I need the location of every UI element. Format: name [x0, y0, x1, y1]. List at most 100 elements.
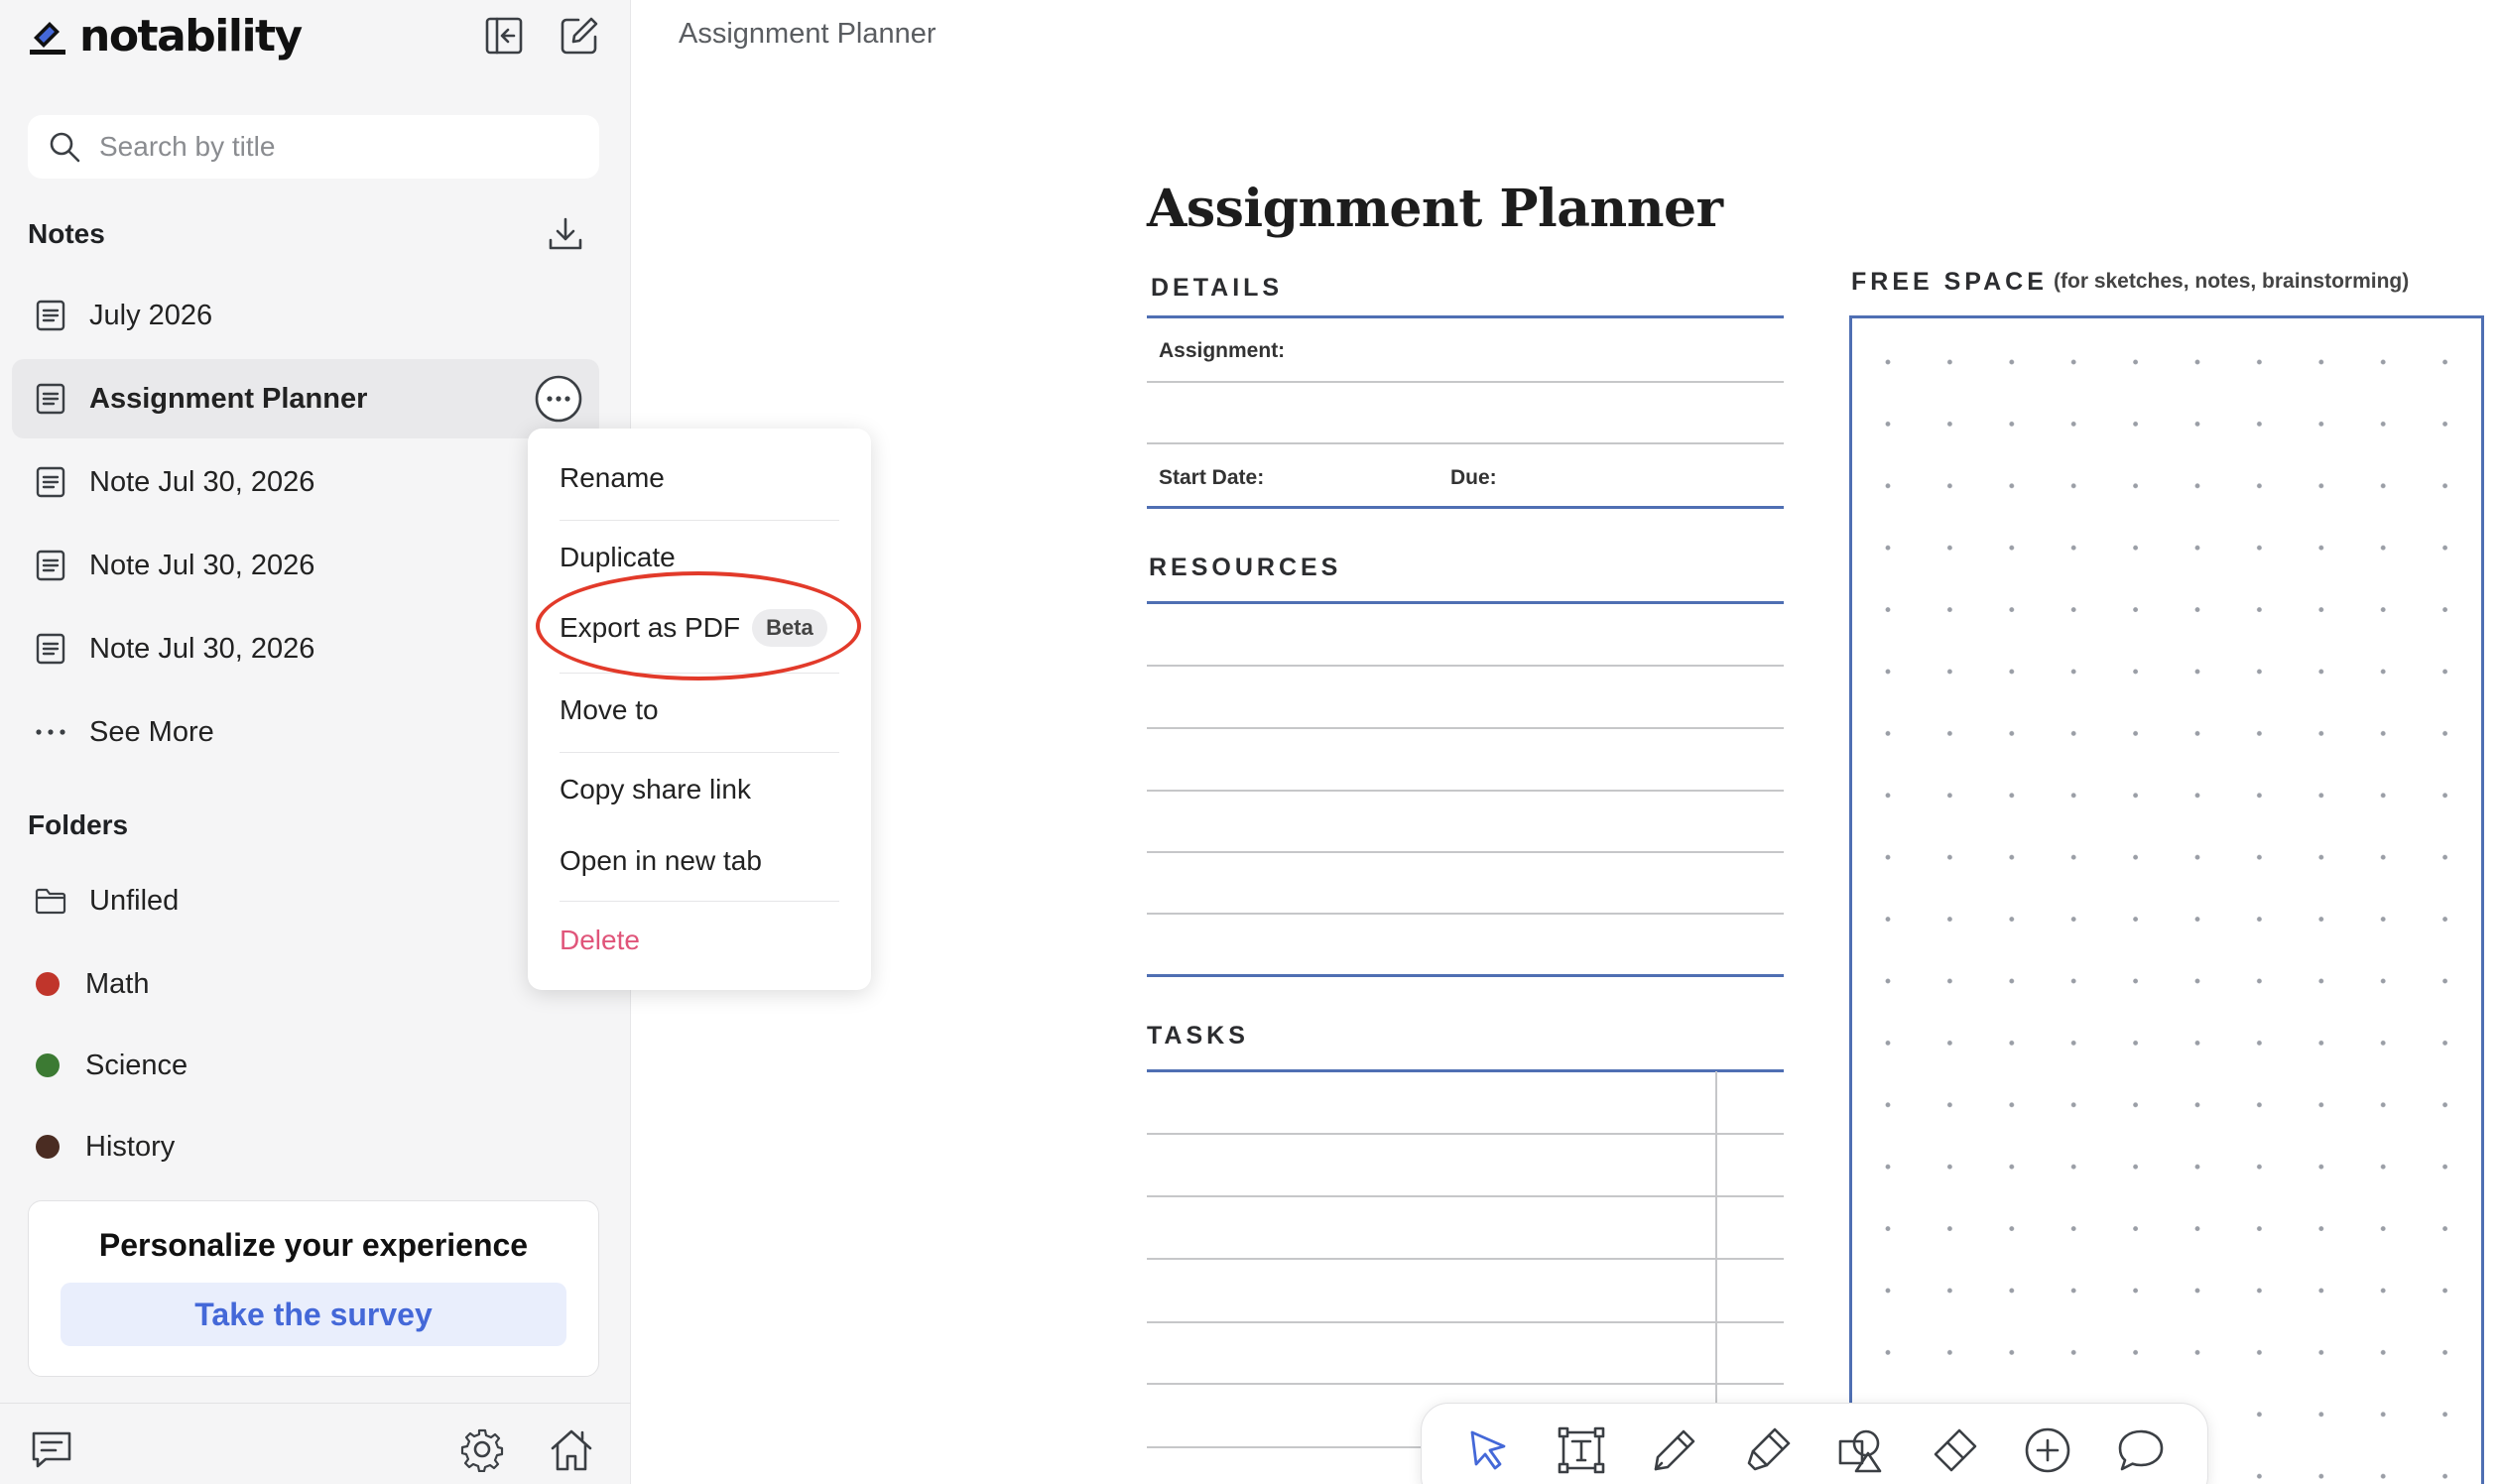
tasks-heading: TASKS	[1147, 1022, 1249, 1050]
collapse-sidebar-button[interactable]	[480, 12, 528, 60]
rule-line	[1147, 665, 1784, 667]
folders-section-title: Folders	[28, 809, 129, 840]
rule-line	[1147, 851, 1784, 853]
dot-grid	[1852, 318, 2481, 1484]
search-bar[interactable]	[28, 115, 599, 179]
menu-item-rename[interactable]: Rename	[560, 462, 665, 494]
note-icon	[36, 550, 65, 581]
note-item-label: Note Jul 30, 2026	[89, 549, 315, 581]
home-icon	[551, 1429, 592, 1471]
ellipsis-icon	[36, 729, 65, 735]
menu-divider	[560, 520, 839, 521]
feedback-button[interactable]	[28, 1425, 75, 1473]
menu-divider	[560, 901, 839, 902]
divider	[1147, 601, 1784, 604]
new-note-button[interactable]	[556, 12, 603, 60]
text-box-icon	[1558, 1426, 1605, 1474]
select-icon	[1470, 1430, 1506, 1470]
settings-button[interactable]	[458, 1425, 506, 1473]
folder-item-history[interactable]: History	[12, 1107, 599, 1186]
survey-title: Personalize your experience	[98, 1227, 529, 1263]
app-name: notability	[79, 10, 303, 62]
shapes-tool-button[interactable]	[1832, 1422, 1890, 1479]
folder-item-unfiled[interactable]: Unfiled	[12, 861, 599, 940]
collapse-sidebar-icon	[485, 17, 523, 55]
rule-line	[1147, 727, 1784, 729]
menu-item-open-new-tab[interactable]: Open in new tab	[560, 845, 762, 877]
rule-line	[1147, 381, 1784, 383]
folder-label: Science	[85, 1049, 188, 1081]
rule-line	[1147, 790, 1784, 792]
folder-label: History	[85, 1130, 176, 1163]
divider	[1147, 974, 1784, 977]
search-icon	[50, 132, 80, 163]
note-context-menu: Rename Duplicate Export as PDF Beta Move …	[528, 429, 871, 990]
note-item-label: Note Jul 30, 2026	[89, 465, 315, 498]
pencil-tool-button[interactable]	[1646, 1422, 1703, 1479]
rule-line	[1147, 1133, 1784, 1135]
breadcrumb-document-title: Assignment Planner	[679, 18, 937, 50]
note-item-jul-30-a[interactable]: Note Jul 30, 2026	[12, 442, 599, 522]
menu-item-copy-share-link[interactable]: Copy share link	[560, 774, 751, 805]
select-tool-button[interactable]	[1459, 1422, 1517, 1479]
menu-item-delete[interactable]: Delete	[560, 925, 640, 956]
rule-line	[1147, 1321, 1784, 1323]
divider	[1147, 506, 1784, 509]
see-more-button[interactable]: See More	[12, 692, 599, 772]
eraser-icon	[1934, 1428, 1977, 1472]
due-label: Due:	[1450, 466, 1497, 489]
gear-icon	[460, 1428, 504, 1472]
sidebar-footer	[0, 1403, 631, 1484]
folder-item-math[interactable]: Math	[12, 944, 599, 1024]
rule-line	[1147, 442, 1784, 444]
more-horizontal-icon	[535, 375, 582, 423]
comment-icon	[2118, 1429, 2164, 1471]
add-button[interactable]	[2019, 1422, 2076, 1479]
drawing-toolbar	[1421, 1403, 2208, 1484]
eraser-tool-button[interactable]	[1926, 1422, 1983, 1479]
notability-logo-icon	[30, 22, 65, 55]
download-icon	[549, 217, 582, 250]
folder-item-science[interactable]: Science	[12, 1026, 599, 1105]
resources-heading: RESOURCES	[1149, 554, 1342, 581]
import-button[interactable]	[542, 210, 589, 258]
note-item-jul-30-c[interactable]: Note Jul 30, 2026	[12, 609, 599, 688]
rule-line	[1147, 1195, 1784, 1197]
folder-label: Unfiled	[89, 884, 180, 917]
folder-color-dot	[36, 972, 60, 996]
rule-line	[1147, 913, 1784, 915]
highlighter-icon	[1747, 1427, 1791, 1471]
note-item-label: July 2026	[89, 299, 213, 331]
highlighter-tool-button[interactable]	[1739, 1422, 1797, 1479]
folder-label: Math	[85, 967, 150, 1000]
note-item-assignment-planner[interactable]: Assignment Planner	[12, 359, 599, 438]
comment-button[interactable]	[2112, 1422, 2170, 1479]
free-space-box	[1849, 315, 2484, 1484]
more-options-button[interactable]	[534, 374, 583, 424]
note-icon	[36, 300, 65, 331]
details-heading: DETAILS	[1151, 274, 1284, 302]
pencil-icon	[1654, 1429, 1695, 1471]
note-icon	[36, 633, 65, 665]
rule-line	[1147, 1258, 1784, 1260]
search-input[interactable]	[99, 131, 565, 163]
home-button[interactable]	[548, 1425, 595, 1473]
app-logo[interactable]: notability	[26, 10, 303, 62]
note-item-jul-30-b[interactable]: Note Jul 30, 2026	[12, 526, 599, 605]
note-icon	[36, 383, 65, 415]
folder-color-dot	[36, 1135, 60, 1159]
see-more-label: See More	[89, 715, 214, 748]
take-survey-button[interactable]: Take the survey	[61, 1283, 566, 1346]
divider	[1147, 1069, 1784, 1072]
text-tool-button[interactable]	[1553, 1422, 1610, 1479]
menu-item-duplicate[interactable]: Duplicate	[560, 542, 676, 573]
menu-divider	[560, 752, 839, 753]
menu-item-move-to[interactable]: Move to	[560, 694, 659, 726]
free-space-heading: FREE SPACE	[1851, 268, 2048, 296]
rule-line	[1147, 1383, 1784, 1385]
survey-card: Personalize your experience Take the sur…	[28, 1200, 599, 1377]
compose-icon	[561, 17, 598, 55]
start-date-label: Start Date:	[1159, 466, 1265, 489]
note-item-july-2026[interactable]: July 2026	[12, 276, 599, 355]
feedback-icon	[32, 1431, 71, 1468]
